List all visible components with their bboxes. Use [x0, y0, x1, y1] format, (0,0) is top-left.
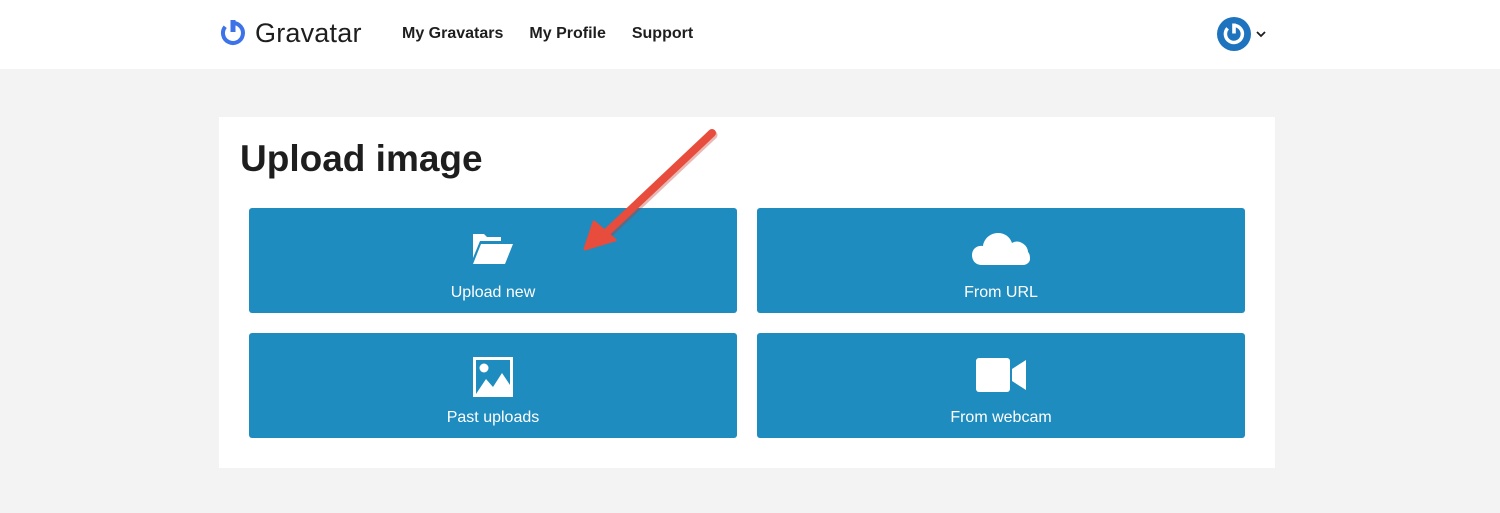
nav-support[interactable]: Support	[632, 24, 693, 44]
past-uploads-button[interactable]: Past uploads	[249, 333, 737, 438]
cloud-icon	[972, 233, 1030, 265]
page-title: Upload image	[240, 138, 483, 179]
from-webcam-button[interactable]: From webcam	[757, 333, 1245, 438]
chevron-down-icon	[1256, 31, 1266, 38]
nav-my-gravatars[interactable]: My Gravatars	[402, 24, 503, 44]
from-url-button[interactable]: From URL	[757, 208, 1245, 313]
past-uploads-label: Past uploads	[446, 409, 540, 426]
account-menu[interactable]	[1217, 17, 1267, 51]
main-nav: My Gravatars My Profile Support	[402, 24, 719, 44]
from-webcam-label: From webcam	[950, 409, 1052, 426]
brand-name: Gravatar	[255, 17, 362, 48]
gravatar-power-icon	[221, 20, 245, 45]
image-icon	[473, 357, 513, 397]
from-url-label: From URL	[964, 284, 1038, 301]
gravatar-avatar-icon	[1217, 17, 1251, 51]
top-bar: Gravatar My Gravatars My Profile Support	[0, 0, 1500, 69]
nav-my-profile[interactable]: My Profile	[529, 24, 605, 44]
upload-new-label: Upload new	[450, 284, 536, 301]
video-camera-icon	[976, 358, 1026, 392]
folder-open-icon	[473, 234, 513, 264]
gravatar-home-link[interactable]: Gravatar	[219, 17, 362, 49]
upload-new-button[interactable]: Upload new	[249, 208, 737, 313]
upload-image-panel: Upload image Upload new From URL Past up…	[219, 117, 1275, 468]
